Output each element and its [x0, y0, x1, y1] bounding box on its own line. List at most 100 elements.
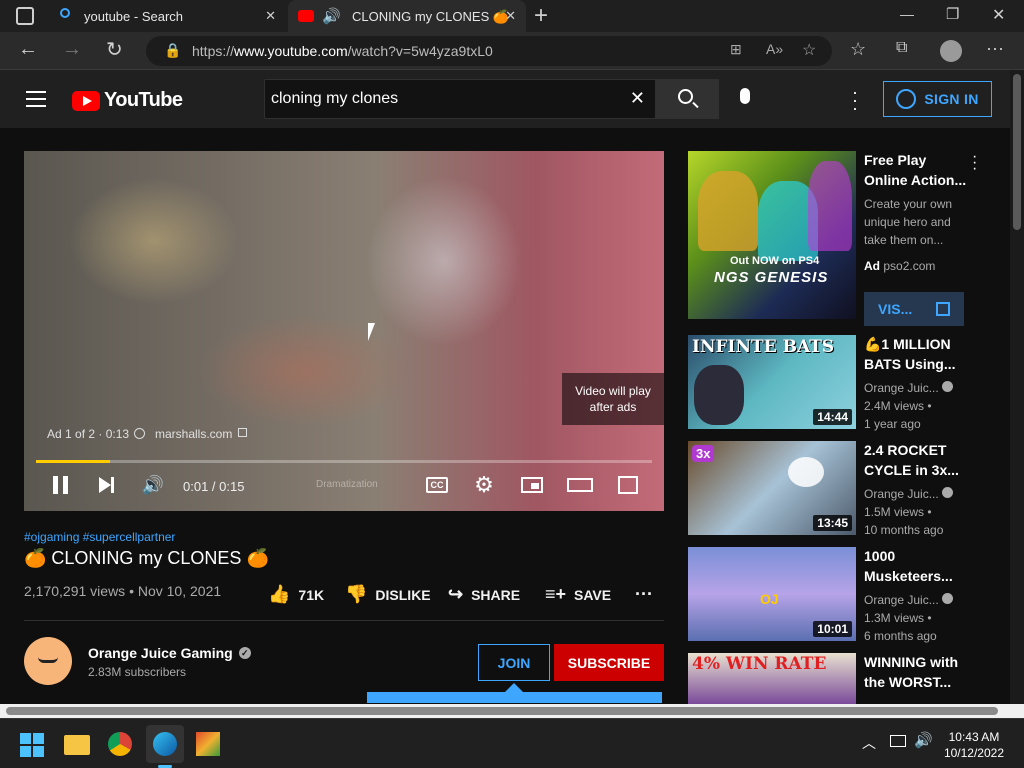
- more-actions-button[interactable]: ···: [635, 584, 653, 605]
- video-frame: [24, 151, 664, 511]
- ad-description: Create your own unique hero and take the…: [864, 197, 953, 247]
- like-button[interactable]: 👍 71K: [268, 584, 324, 605]
- channel-name-text: Orange Juic...: [864, 593, 939, 607]
- ad-thumbnail[interactable]: Out NOW on PS4 NGS GENESIS: [688, 151, 856, 319]
- tooltip-bar: [367, 692, 662, 703]
- close-tab-icon[interactable]: ✕: [265, 8, 276, 24]
- back-arrow-icon[interactable]: ←: [18, 38, 38, 61]
- network-icon[interactable]: [890, 735, 906, 747]
- clear-search-icon[interactable]: ✕: [630, 88, 645, 109]
- thumbs-up-icon: 👍: [268, 584, 291, 604]
- progress-fill: [36, 460, 110, 463]
- dramatization-label: Dramatization: [316, 479, 378, 490]
- video-thumbnail[interactable]: 4% WIN RATE: [688, 653, 856, 704]
- video-thumbnail[interactable]: OJ 10:01: [688, 547, 856, 641]
- minimize-button[interactable]: —: [900, 6, 914, 22]
- tab-youtube-search[interactable]: youtube - Search ✕: [48, 0, 286, 32]
- add-favorite-icon[interactable]: ☆: [802, 40, 816, 60]
- sign-in-button[interactable]: SIGN IN: [883, 81, 992, 117]
- url-field[interactable]: 🔒 https://www.youtube.com/watch?v=5w4yza…: [146, 36, 832, 66]
- info-icon[interactable]: [134, 428, 145, 439]
- video-player[interactable]: Ad 1 of 2 · 0:13 marshalls.com Video wil…: [24, 151, 664, 511]
- collections-icon[interactable]: ⧉: [896, 39, 907, 57]
- account-icon: [896, 89, 917, 109]
- visit-site-button[interactable]: VIS...: [864, 292, 964, 326]
- system-clock[interactable]: 10:43 AM 10/12/2022: [944, 729, 1004, 761]
- video-title[interactable]: 💪1 MILLION BATS Using...: [864, 334, 972, 374]
- read-aloud-icon[interactable]: A»: [766, 41, 783, 57]
- ad-site-link[interactable]: marshalls.com: [155, 427, 232, 441]
- close-tab-icon[interactable]: ✕: [505, 8, 516, 24]
- ad-menu-icon[interactable]: · · ·: [972, 149, 977, 177]
- thumb-text: 3x: [692, 445, 715, 462]
- ad-tag: Ad: [864, 259, 880, 273]
- volume-icon[interactable]: 🔊: [142, 473, 164, 497]
- new-tab-button[interactable]: +: [534, 2, 548, 30]
- captions-button[interactable]: CC: [426, 473, 448, 497]
- share-button[interactable]: ↪ SHARE: [448, 584, 520, 605]
- address-bar: ← → ↻ 🔒 https://www.youtube.com/watch?v=…: [0, 32, 1024, 70]
- microphone-icon[interactable]: [740, 88, 750, 104]
- chevron-up-icon[interactable]: ︿: [862, 733, 876, 753]
- chrome-icon[interactable]: [108, 732, 132, 756]
- app-available-icon[interactable]: ⊞: [730, 41, 742, 58]
- restore-button[interactable]: ❐: [946, 5, 959, 23]
- menu-icon[interactable]: [26, 91, 46, 107]
- channel-name-text: Orange Juic...: [864, 487, 939, 501]
- scrollbar-thumb[interactable]: [1013, 74, 1021, 230]
- search-input[interactable]: cloning my clones ✕: [264, 79, 656, 119]
- horizontal-scrollbar[interactable]: [0, 704, 1024, 718]
- tab-cloning-my-clones[interactable]: 🔊 CLONING my CLONES 🍊 ✕: [288, 0, 526, 32]
- progress-bar[interactable]: [36, 460, 652, 463]
- sign-in-label: SIGN IN: [924, 91, 979, 107]
- app-icon[interactable]: [196, 732, 220, 756]
- refresh-icon[interactable]: ↻: [106, 37, 123, 62]
- pause-button[interactable]: [50, 473, 70, 497]
- video-title[interactable]: WINNING with the WORST...: [864, 652, 972, 692]
- video-title[interactable]: 2.4 ROCKET CYCLE in 3x...: [864, 440, 972, 480]
- settings-more-icon[interactable]: ···: [986, 38, 1004, 59]
- profile-avatar[interactable]: [940, 40, 962, 62]
- close-window-button[interactable]: ✕: [992, 5, 1005, 25]
- favorites-icon[interactable]: ☆: [850, 39, 866, 60]
- view-count: 2.4M views •: [864, 399, 932, 413]
- more-options-icon[interactable]: · · ·: [852, 83, 858, 117]
- video-thumbnail[interactable]: INFINTE BATS 14:44: [688, 335, 856, 429]
- settings-gear-icon[interactable]: ⚙: [472, 472, 496, 497]
- youtube-header: YouTube cloning my clones ✕ · · · SIGN IN: [0, 70, 1010, 128]
- visit-label: VIS...: [878, 301, 913, 317]
- windows-start-icon[interactable]: [20, 733, 44, 757]
- youtube-logo[interactable]: YouTube: [72, 89, 183, 112]
- clock-time: 10:43 AM: [948, 730, 1000, 744]
- vertical-scrollbar[interactable]: [1010, 70, 1024, 704]
- channel-avatar[interactable]: [24, 637, 72, 685]
- miniplayer-icon[interactable]: [520, 473, 544, 497]
- edge-icon[interactable]: [146, 725, 184, 763]
- youtube-play-icon: [72, 90, 100, 111]
- hashtags[interactable]: #ojgaming #supercellpartner: [24, 530, 175, 544]
- fullscreen-icon[interactable]: [617, 473, 639, 497]
- ad-title[interactable]: Free Play Online Action...: [864, 150, 972, 190]
- forward-arrow-icon[interactable]: →: [62, 38, 82, 61]
- join-button[interactable]: JOIN: [478, 644, 550, 681]
- video-thumbnail[interactable]: 3x 13:45: [688, 441, 856, 535]
- search-button[interactable]: [655, 79, 719, 119]
- channel-name[interactable]: Orange Juice Gaming ✓: [88, 645, 251, 661]
- file-explorer-icon[interactable]: [64, 735, 90, 755]
- next-button[interactable]: [96, 473, 116, 497]
- subscribe-button[interactable]: SUBSCRIBE: [554, 644, 664, 681]
- channel-name: Orange Juic...: [864, 591, 972, 609]
- scrollbar-thumb[interactable]: [6, 707, 998, 715]
- save-label: SAVE: [574, 586, 612, 603]
- dislike-button[interactable]: 👎 DISLIKE: [345, 584, 431, 605]
- verified-icon: ✓: [238, 647, 251, 659]
- tab-actions-icon[interactable]: [16, 7, 34, 25]
- video-title[interactable]: 1000 Musketeers...: [864, 546, 972, 586]
- volume-icon[interactable]: 🔊: [914, 731, 933, 749]
- theater-mode-icon[interactable]: [567, 473, 593, 497]
- tooltip-arrow: [505, 683, 523, 692]
- ad-thumb-text-2: NGS GENESIS: [714, 269, 829, 286]
- audio-playing-icon[interactable]: 🔊: [322, 7, 341, 25]
- save-button[interactable]: ≡+ SAVE: [545, 584, 611, 605]
- thumbs-down-icon: 👎: [345, 584, 368, 604]
